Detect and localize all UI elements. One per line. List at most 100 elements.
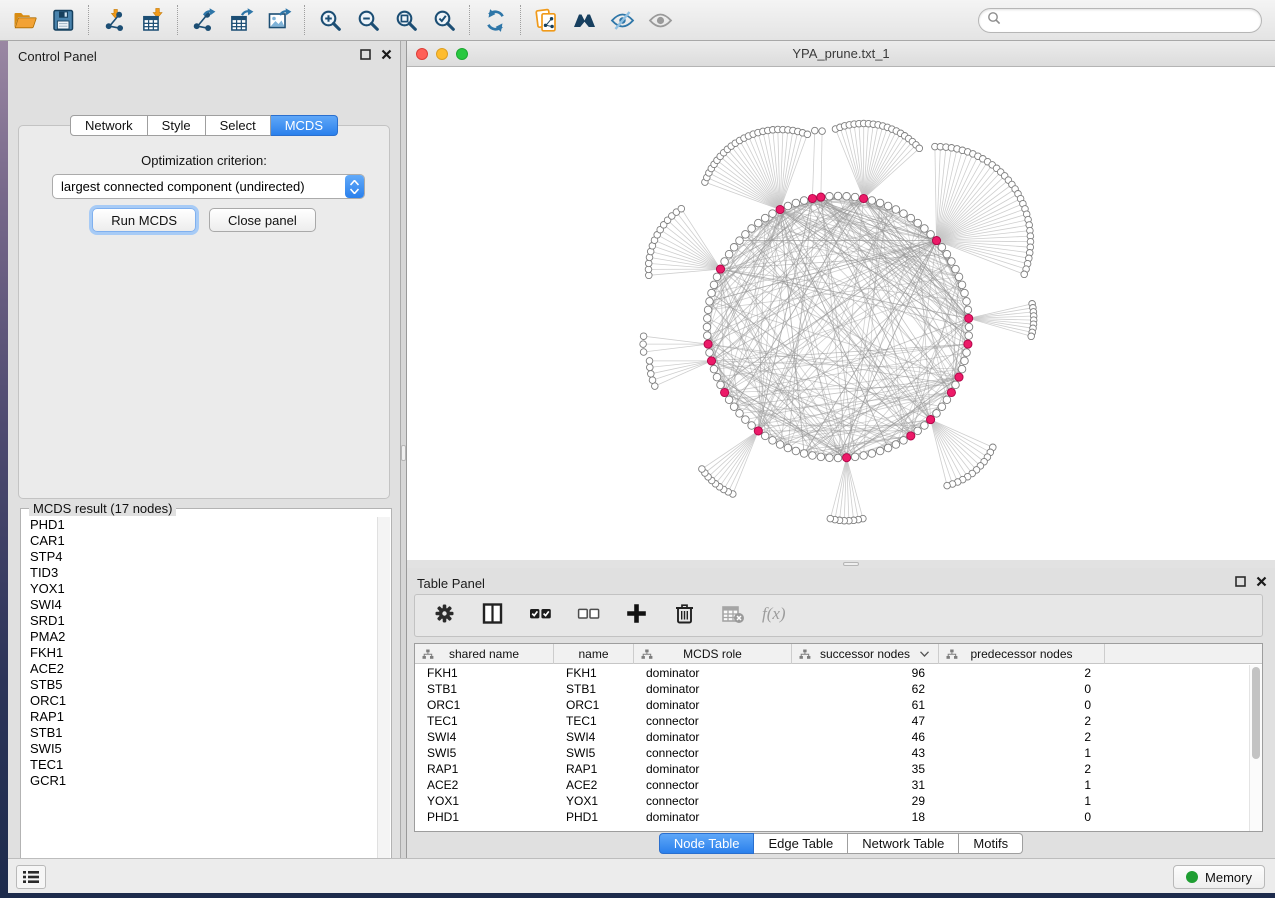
table-scrollbar[interactable] [1249,665,1262,831]
memory-label: Memory [1205,870,1252,885]
tab-network[interactable]: Network [70,115,148,136]
float-table-panel-icon[interactable] [1235,576,1246,587]
table-row[interactable]: PHD1PHD1dominator180 [415,809,1249,825]
zoom-fit-button[interactable] [389,4,423,36]
search-input[interactable] [1001,14,1253,28]
column-settings-gear-button[interactable] [429,601,459,631]
table-row[interactable]: TEC1TEC1connector472 [415,713,1249,729]
desktop-background-strip [0,41,8,898]
zoom-out-button[interactable] [351,4,385,36]
new-network-from-selection-button[interactable] [529,4,563,36]
save-session-icon [51,8,76,33]
mcds-result-item[interactable]: SRD1 [30,613,377,629]
table-row[interactable]: FKH1FKH1dominator962 [415,665,1249,681]
network-title: YPA_prune.txt_1 [407,46,1275,61]
import-network-button[interactable] [97,4,131,36]
float-panel-icon[interactable] [360,49,371,60]
mcds-result-item[interactable]: TEC1 [30,757,377,773]
criterion-select[interactable]: largest connected component (undirected) [52,174,365,199]
table-row[interactable]: STB1STB1dominator620 [415,681,1249,697]
horizontal-splitter[interactable] [407,560,1275,568]
column-label: successor nodes [820,647,910,661]
cell-successor-nodes: 29 [792,793,939,809]
tab-mcds[interactable]: MCDS [271,115,338,136]
network-canvas[interactable] [407,67,1275,560]
tab-select[interactable]: Select [206,115,271,136]
mcds-result-item[interactable]: TID3 [30,565,377,581]
select-all-columns-button[interactable] [525,601,555,631]
export-table-button[interactable] [224,4,258,36]
zoom-in-button[interactable] [313,4,347,36]
mcds-result-item[interactable]: ORC1 [30,693,377,709]
save-session-button[interactable] [46,4,80,36]
cell-MCDS-role: dominator [634,681,792,697]
delete-column-button[interactable] [669,601,699,631]
first-neighbors-button[interactable] [567,4,601,36]
mcds-result-item[interactable]: ACE2 [30,661,377,677]
cell-shared-name: YOX1 [415,793,554,809]
tab-network-table[interactable]: Network Table [848,833,959,854]
mcds-result-item[interactable]: STB1 [30,725,377,741]
search-box[interactable] [978,8,1262,33]
cell-predecessor-nodes: 1 [939,793,1105,809]
task-history-button[interactable] [16,865,46,889]
table-scrollbar-thumb[interactable] [1252,667,1260,759]
table-row[interactable]: YOX1YOX1connector291 [415,793,1249,809]
open-session-button[interactable] [8,4,42,36]
memory-button[interactable]: Memory [1173,865,1265,889]
column-header-MCDS-role[interactable]: MCDS role [634,644,792,664]
table-row[interactable]: ACE2ACE2connector311 [415,777,1249,793]
mcds-result-item[interactable]: PHD1 [30,517,377,533]
table-row[interactable]: SWI5SWI5connector431 [415,745,1249,761]
mcds-result-item[interactable]: YOX1 [30,581,377,597]
cell-MCDS-role: connector [634,745,792,761]
mcds-result-item[interactable]: SWI5 [30,741,377,757]
column-header-name[interactable]: name [554,644,634,664]
table-row[interactable]: RAP1RAP1dominator352 [415,761,1249,777]
table-row[interactable]: SWI4SWI4dominator462 [415,729,1249,745]
mcds-result-item[interactable]: SWI4 [30,597,377,613]
close-table-panel-icon[interactable] [1256,576,1267,587]
export-image-button[interactable] [262,4,296,36]
mcds-result-title: MCDS result (17 nodes) [29,501,176,516]
export-network-button[interactable] [186,4,220,36]
mcds-result-item[interactable]: FKH1 [30,645,377,661]
tab-edge-table[interactable]: Edge Table [754,833,848,854]
cell-predecessor-nodes: 0 [939,809,1105,825]
hide-selected-button[interactable] [605,4,639,36]
function-builder-button: f(x) [765,601,795,631]
show-columns-button[interactable] [477,601,507,631]
vertical-splitter[interactable] [400,41,407,858]
column-header-successor-nodes[interactable]: successor nodes [792,644,939,664]
mcds-list-scrollbar[interactable] [377,517,390,879]
mcds-result-item[interactable]: STP4 [30,549,377,565]
tab-motifs[interactable]: Motifs [959,833,1023,854]
close-panel-icon[interactable] [381,49,392,60]
import-table-button[interactable] [135,4,169,36]
tab-node-table[interactable]: Node Table [659,833,755,854]
close-panel-button[interactable]: Close panel [209,208,316,232]
run-mcds-button[interactable]: Run MCDS [92,208,196,232]
mcds-result-list[interactable]: PHD1CAR1STP4TID3YOX1SWI4SRD1PMA2FKH1ACE2… [22,517,377,879]
unselect-all-columns-button[interactable] [573,601,603,631]
splitter-grip[interactable] [401,445,406,461]
add-column-button[interactable] [621,601,651,631]
cell-MCDS-role: dominator [634,665,792,681]
mcds-result-item[interactable]: CAR1 [30,533,377,549]
mcds-result-item[interactable]: STB5 [30,677,377,693]
cell-name: STB1 [554,681,634,697]
mcds-result-item[interactable]: RAP1 [30,709,377,725]
zoom-selected-button[interactable] [427,4,461,36]
mcds-result-item[interactable]: GCR1 [30,773,377,789]
cell-predecessor-nodes: 2 [939,761,1105,777]
cell-predecessor-nodes: 2 [939,729,1105,745]
column-header-predecessor-nodes[interactable]: predecessor nodes [939,644,1105,664]
cell-shared-name: PHD1 [415,809,554,825]
splitter-grip-h[interactable] [843,562,859,566]
mcds-result-item[interactable]: PMA2 [30,629,377,645]
column-header-shared-name[interactable]: shared name [415,644,554,664]
node-table: shared namenameMCDS role successor nodes p… [414,643,1263,832]
tab-style[interactable]: Style [148,115,206,136]
apply-layout-button[interactable] [478,4,512,36]
table-row[interactable]: ORC1ORC1dominator610 [415,697,1249,713]
